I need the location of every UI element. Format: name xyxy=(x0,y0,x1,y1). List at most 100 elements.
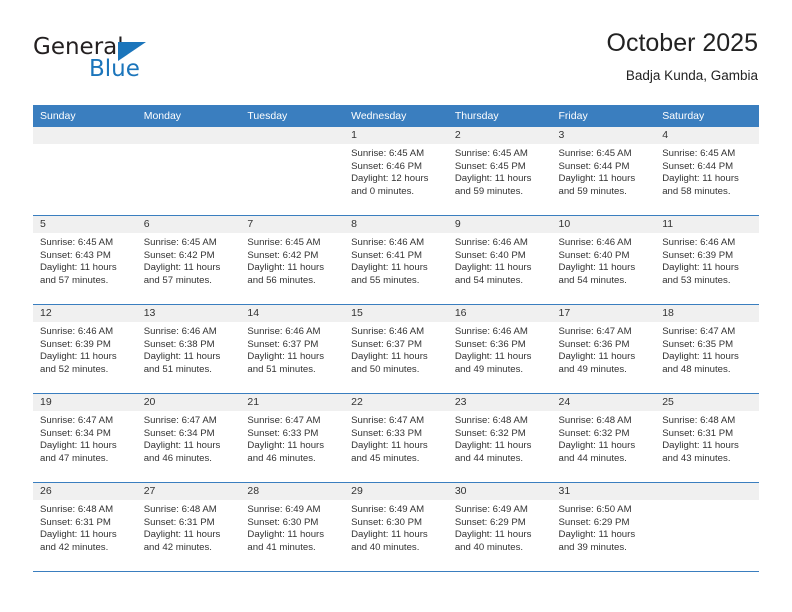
day-detail-sunset: Sunset: 6:40 PM xyxy=(454,249,526,261)
day-details: Sunrise: 6:46 AM Sunset: 6:37 PM Daylight:… xyxy=(344,322,448,376)
calendar-page: General Blue October 2025 Badja Kunda, G… xyxy=(0,0,792,612)
calendar-day-cell[interactable] xyxy=(136,127,241,216)
day-detail-sunrise: Sunrise: 6:48 AM xyxy=(40,504,114,515)
day-detail-daylightline2: and 44 minutes. xyxy=(454,452,524,464)
calendar-day-cell[interactable]: 2 Sunrise: 6:45 AM Sunset: 6:45 PM Daylight… xyxy=(447,127,552,216)
day-detail-sunrise: Sunrise: 6:50 AM xyxy=(558,504,632,515)
calendar-day-cell[interactable]: 26 Sunrise: 6:48 AM Sunset: 6:31 PM Dayligh… xyxy=(33,482,137,572)
day-cell-inner: 22 Sunrise: 6:47 AM Sunset: 6:33 PM Dayligh… xyxy=(344,394,448,482)
day-cell-inner: 7 Sunrise: 6:45 AM Sunset: 6:42 PM Daylight… xyxy=(240,216,345,304)
day-details: Sunrise: 6:48 AM Sunset: 6:32 PM Daylight:… xyxy=(552,411,656,465)
day-number: 21 xyxy=(240,394,345,411)
calendar-day-cell[interactable] xyxy=(240,127,345,216)
day-detail-sunset: Sunset: 6:40 PM xyxy=(558,249,630,261)
day-cell-inner: 1 Sunrise: 6:45 AM Sunset: 6:46 PM Daylight… xyxy=(344,127,448,215)
calendar-day-cell[interactable]: 17 Sunrise: 6:47 AM Sunset: 6:36 PM Dayligh… xyxy=(551,304,656,394)
day-detail-sunrise: Sunrise: 6:46 AM xyxy=(247,326,321,337)
day-number: 14 xyxy=(240,305,345,322)
day-detail-sunrise: Sunrise: 6:46 AM xyxy=(454,326,528,337)
day-detail-sunset: Sunset: 6:42 PM xyxy=(247,249,319,261)
calendar-day-cell[interactable] xyxy=(33,127,137,216)
day-detail-daylightline2: and 55 minutes. xyxy=(351,274,420,286)
day-detail-daylightline2: and 49 minutes. xyxy=(558,363,627,375)
calendar-day-cell[interactable]: 4 Sunrise: 6:45 AM Sunset: 6:44 PM Daylight… xyxy=(655,127,759,216)
calendar-day-cell[interactable]: 16 Sunrise: 6:46 AM Sunset: 6:36 PM Dayligh… xyxy=(447,304,552,394)
calendar-day-cell[interactable]: 9 Sunrise: 6:46 AM Sunset: 6:40 PM Daylight… xyxy=(447,215,552,305)
day-detail-daylightline1: Daylight: 11 hours xyxy=(558,262,636,274)
day-detail-sunset: Sunset: 6:43 PM xyxy=(40,249,111,261)
day-detail-sunrise: Sunrise: 6:47 AM xyxy=(143,415,217,426)
day-detail-sunset: Sunset: 6:29 PM xyxy=(454,516,526,528)
day-details: Sunrise: 6:48 AM Sunset: 6:31 PM Daylight:… xyxy=(655,411,759,465)
day-detail-daylightline1: Daylight: 11 hours xyxy=(662,262,739,274)
day-detail-sunset: Sunset: 6:46 PM xyxy=(351,160,423,172)
weekday-header-wednesday: Wednesday xyxy=(344,105,448,127)
day-cell-inner xyxy=(136,127,241,215)
calendar-day-cell[interactable]: 12 Sunrise: 6:46 AM Sunset: 6:39 PM Dayligh… xyxy=(33,304,137,394)
day-detail-sunrise: Sunrise: 6:46 AM xyxy=(454,237,528,248)
calendar-day-cell[interactable]: 19 Sunrise: 6:47 AM Sunset: 6:34 PM Dayligh… xyxy=(33,393,137,483)
day-detail-daylightline2: and 57 minutes. xyxy=(40,274,109,286)
day-details: Sunrise: 6:46 AM Sunset: 6:37 PM Daylight:… xyxy=(240,322,344,376)
calendar-day-cell[interactable]: 27 Sunrise: 6:48 AM Sunset: 6:31 PM Dayligh… xyxy=(136,482,241,572)
calendar-day-cell[interactable]: 1 Sunrise: 6:45 AM Sunset: 6:46 PM Daylight… xyxy=(344,127,448,216)
day-detail-sunrise: Sunrise: 6:46 AM xyxy=(558,237,632,248)
calendar-day-cell[interactable]: 14 Sunrise: 6:46 AM Sunset: 6:37 PM Dayligh… xyxy=(240,304,345,394)
day-detail-daylightline1: Daylight: 11 hours xyxy=(558,440,636,452)
calendar-day-cell[interactable]: 3 Sunrise: 6:45 AM Sunset: 6:44 PM Daylight… xyxy=(551,127,656,216)
day-detail-sunrise: Sunrise: 6:49 AM xyxy=(454,504,528,515)
calendar-day-cell[interactable] xyxy=(655,482,759,572)
day-detail-sunset: Sunset: 6:33 PM xyxy=(351,427,423,439)
calendar-day-cell[interactable]: 22 Sunrise: 6:47 AM Sunset: 6:33 PM Dayligh… xyxy=(344,393,448,483)
day-details: Sunrise: 6:45 AM Sunset: 6:45 PM Daylight:… xyxy=(448,144,552,198)
calendar-day-cell[interactable]: 15 Sunrise: 6:46 AM Sunset: 6:37 PM Dayligh… xyxy=(344,304,448,394)
calendar-day-cell[interactable]: 25 Sunrise: 6:48 AM Sunset: 6:31 PM Dayligh… xyxy=(655,393,759,483)
calendar-day-cell[interactable]: 31 Sunrise: 6:50 AM Sunset: 6:29 PM Dayligh… xyxy=(551,482,656,572)
calendar-day-cell[interactable]: 29 Sunrise: 6:49 AM Sunset: 6:30 PM Dayligh… xyxy=(344,482,448,572)
calendar-day-cell[interactable]: 20 Sunrise: 6:47 AM Sunset: 6:34 PM Dayligh… xyxy=(136,393,241,483)
weekday-header-tuesday: Tuesday xyxy=(240,105,345,127)
day-cell-inner: 26 Sunrise: 6:48 AM Sunset: 6:31 PM Dayligh… xyxy=(33,483,137,571)
calendar-day-cell[interactable]: 11 Sunrise: 6:46 AM Sunset: 6:39 PM Dayligh… xyxy=(655,215,759,305)
weekday-header-saturday: Saturday xyxy=(655,105,759,127)
calendar-day-cell[interactable]: 8 Sunrise: 6:46 AM Sunset: 6:41 PM Daylight… xyxy=(344,215,448,305)
calendar-day-cell[interactable]: 7 Sunrise: 6:45 AM Sunset: 6:42 PM Daylight… xyxy=(240,215,345,305)
day-number: 26 xyxy=(33,483,137,500)
day-detail-daylightline1: Daylight: 11 hours xyxy=(454,262,532,274)
day-detail-daylightline2: and 45 minutes. xyxy=(351,452,420,464)
calendar-day-cell[interactable]: 30 Sunrise: 6:49 AM Sunset: 6:29 PM Dayligh… xyxy=(447,482,552,572)
calendar-body: 1 Sunrise: 6:45 AM Sunset: 6:46 PM Daylight… xyxy=(33,127,759,572)
day-detail-sunset: Sunset: 6:34 PM xyxy=(143,427,215,439)
day-detail-daylightline2: and 59 minutes. xyxy=(558,185,627,197)
calendar-day-cell[interactable]: 23 Sunrise: 6:48 AM Sunset: 6:32 PM Dayligh… xyxy=(447,393,552,483)
day-details: Sunrise: 6:45 AM Sunset: 6:44 PM Daylight:… xyxy=(655,144,759,198)
day-detail-daylightline2: and 47 minutes. xyxy=(40,452,109,464)
calendar-day-cell[interactable]: 28 Sunrise: 6:49 AM Sunset: 6:30 PM Dayligh… xyxy=(240,482,345,572)
page-header: General Blue October 2025 Badja Kunda, G… xyxy=(0,0,792,104)
calendar-day-cell[interactable]: 6 Sunrise: 6:45 AM Sunset: 6:42 PM Daylight… xyxy=(136,215,241,305)
day-detail-daylightline2: and 54 minutes. xyxy=(558,274,627,286)
day-detail-sunset: Sunset: 6:30 PM xyxy=(247,516,319,528)
calendar-day-cell[interactable]: 10 Sunrise: 6:46 AM Sunset: 6:40 PM Dayligh… xyxy=(551,215,656,305)
calendar-day-cell[interactable]: 21 Sunrise: 6:47 AM Sunset: 6:33 PM Dayligh… xyxy=(240,393,345,483)
day-detail-sunset: Sunset: 6:36 PM xyxy=(558,338,630,350)
title-block: October 2025 Badja Kunda, Gambia xyxy=(607,28,759,85)
day-cell-inner: 28 Sunrise: 6:49 AM Sunset: 6:30 PM Dayligh… xyxy=(240,483,345,571)
calendar-day-cell[interactable]: 18 Sunrise: 6:47 AM Sunset: 6:35 PM Dayligh… xyxy=(655,304,759,394)
day-detail-daylightline1: Daylight: 11 hours xyxy=(454,529,532,541)
day-detail-daylightline2: and 54 minutes. xyxy=(454,274,524,286)
day-detail-sunrise: Sunrise: 6:48 AM xyxy=(143,504,217,515)
day-number: 20 xyxy=(136,394,241,411)
calendar-day-cell[interactable]: 5 Sunrise: 6:45 AM Sunset: 6:43 PM Daylight… xyxy=(33,215,137,305)
day-detail-daylightline1: Daylight: 11 hours xyxy=(143,529,221,541)
calendar-day-cell[interactable]: 24 Sunrise: 6:48 AM Sunset: 6:32 PM Dayligh… xyxy=(551,393,656,483)
day-detail-daylightline1: Daylight: 11 hours xyxy=(247,351,325,363)
day-detail-daylightline2: and 40 minutes. xyxy=(351,541,420,553)
day-details: Sunrise: 6:45 AM Sunset: 6:44 PM Daylight:… xyxy=(552,144,656,198)
day-cell-inner xyxy=(655,483,759,571)
day-cell-inner: 10 Sunrise: 6:46 AM Sunset: 6:40 PM Dayligh… xyxy=(551,216,656,304)
day-details: Sunrise: 6:46 AM Sunset: 6:40 PM Daylight:… xyxy=(552,233,656,287)
calendar-day-cell[interactable]: 13 Sunrise: 6:46 AM Sunset: 6:38 PM Dayligh… xyxy=(136,304,241,394)
day-cell-inner: 2 Sunrise: 6:45 AM Sunset: 6:45 PM Daylight… xyxy=(447,127,552,215)
brand-logo[interactable]: General Blue xyxy=(33,34,213,90)
